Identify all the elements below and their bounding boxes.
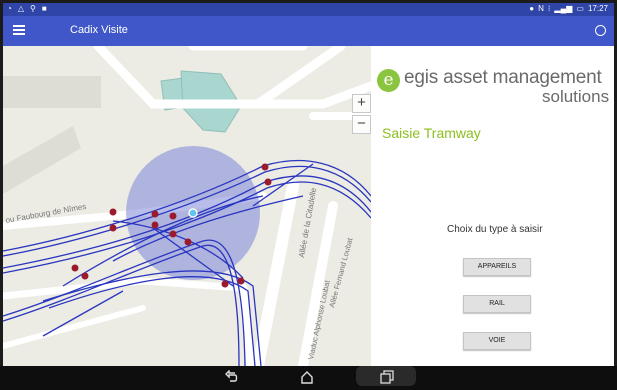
android-nav-bar (0, 366, 617, 390)
zoom-out-button[interactable]: − (352, 115, 371, 134)
street-label: Allée de la Citadelle (297, 187, 318, 259)
track-node[interactable] (109, 224, 117, 232)
app-screen: ◔ △ ⚲ ■ ● N ⁝ ▂▄▆ ▭ 17:27 Cadix Visite o… (3, 3, 614, 366)
map-canvas[interactable]: ou Faubourg de Nîmes Allée de la Citadel… (3, 46, 371, 366)
signal-icon: ◔ (7, 4, 12, 13)
alert-icon: △ (17, 4, 24, 13)
rail-button[interactable]: RAIL (463, 295, 531, 313)
map-view[interactable]: ou Faubourg de Nîmes Allée de la Citadel… (3, 46, 371, 366)
track-node[interactable] (81, 272, 89, 280)
battery-icon: ▭ (576, 4, 584, 13)
status-right-icons: ● N ⁝ ▂▄▆ ▭ 17:27 (529, 4, 608, 13)
cell-signal-icon: ▂▄▆ (554, 4, 573, 13)
nfc-icon: N (538, 4, 544, 13)
voie-button[interactable]: VOIE (463, 332, 531, 350)
status-bar: ◔ △ ⚲ ■ ● N ⁝ ▂▄▆ ▭ 17:27 (3, 3, 614, 16)
entry-panel: e egis asset management solutions Saisie… (371, 46, 614, 366)
track-node[interactable] (237, 277, 245, 285)
usb-icon: ⚲ (30, 4, 36, 13)
home-icon[interactable] (300, 370, 314, 384)
section-title: Saisie Tramway (382, 125, 481, 141)
status-left-icons: ◔ △ ⚲ ■ (7, 4, 47, 13)
logo-line1: egis asset management (404, 67, 602, 88)
map-building (3, 126, 81, 194)
sync-icon[interactable] (595, 25, 606, 36)
location-icon: ● (529, 4, 535, 13)
hamburger-menu-icon[interactable] (13, 25, 25, 37)
recent-apps-icon[interactable] (380, 370, 394, 384)
track-node[interactable] (169, 212, 177, 220)
track-node[interactable] (169, 230, 177, 238)
logo-line2: solutions (542, 87, 610, 106)
track-node[interactable] (221, 280, 229, 288)
track-node[interactable] (109, 208, 117, 216)
track-node[interactable] (264, 178, 272, 186)
vibrate-icon: ⁝ (547, 4, 551, 13)
track-node[interactable] (184, 238, 192, 246)
track-node[interactable] (261, 163, 269, 171)
current-position-marker (188, 208, 198, 218)
app-bar: Cadix Visite (3, 16, 614, 46)
egis-logo-mark-icon: e (377, 69, 400, 92)
zoom-in-button[interactable]: + (352, 94, 371, 113)
back-icon[interactable] (225, 370, 239, 384)
zoom-controls: + − (352, 94, 371, 134)
file-icon: ■ (41, 4, 47, 13)
status-time: 17:27 (587, 4, 608, 13)
track-node[interactable] (151, 210, 159, 218)
type-prompt: Choix du type à saisir (447, 224, 543, 235)
appareils-button[interactable]: APPAREILS (463, 258, 531, 276)
app-title: Cadix Visite (70, 24, 128, 36)
track-node[interactable] (71, 264, 79, 272)
tablet-device: ◔ △ ⚲ ■ ● N ⁝ ▂▄▆ ▭ 17:27 Cadix Visite o… (0, 0, 617, 390)
track-node[interactable] (151, 221, 159, 229)
map-building (3, 76, 101, 108)
street-label: Allée Fernand Loubat (327, 236, 354, 308)
